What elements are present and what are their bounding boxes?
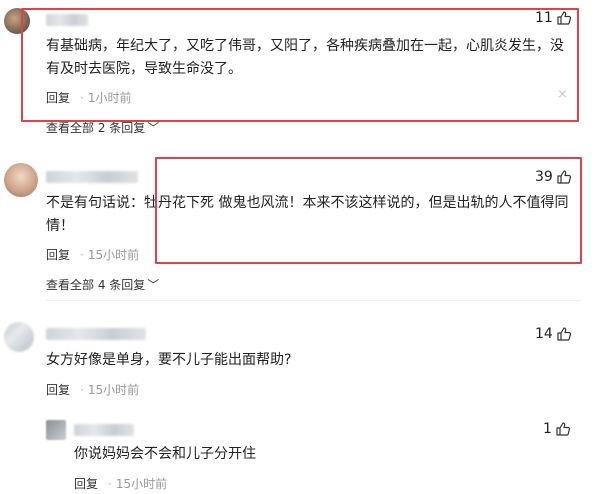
chevron-down-icon: ﹀ (147, 278, 160, 292)
view-all-replies[interactable]: 查看全部 4 条回复 ﹀ (46, 276, 159, 293)
username-blurred[interactable] (46, 328, 146, 340)
username-blurred[interactable] (74, 424, 134, 436)
reply-button[interactable]: 回复 (46, 381, 70, 398)
like-button[interactable]: 14 (535, 326, 572, 342)
separator-dot: · (80, 383, 84, 397)
separator-dot: · (108, 477, 112, 491)
chevron-down-icon: ﹀ (147, 121, 160, 135)
timestamp: · 15小时前 (80, 381, 139, 398)
time-text: 15小时前 (87, 248, 140, 262)
timestamp: · 15小时前 (80, 246, 139, 263)
like-button[interactable]: 1 (543, 421, 571, 437)
reply-button[interactable]: 回复 (74, 475, 98, 492)
timestamp: · 15小时前 (108, 475, 167, 492)
time-text: 15小时前 (87, 383, 140, 397)
reply-text: 你说妈妈会不会和儿子分开住 (74, 446, 256, 462)
view-all-text: 查看全部 2 条回复 (46, 121, 146, 135)
time-text: 15小时前 (115, 477, 168, 491)
separator-dot: · (80, 248, 84, 262)
highlight-box (21, 8, 579, 122)
username-blurred[interactable] (46, 171, 138, 183)
avatar[interactable] (4, 322, 34, 352)
like-count: 1 (543, 421, 552, 437)
highlight-box (155, 157, 582, 264)
avatar[interactable] (4, 163, 38, 197)
divider (46, 300, 581, 301)
avatar[interactable] (46, 420, 66, 440)
thumbs-up-icon (557, 327, 571, 341)
reply-button[interactable]: 回复 (46, 246, 70, 263)
comment-text: 女方好像是单身，要不儿子能出面帮助? (46, 352, 292, 368)
thumbs-up-icon (556, 422, 570, 436)
like-count: 14 (535, 326, 553, 342)
view-all-text: 查看全部 4 条回复 (46, 278, 146, 292)
